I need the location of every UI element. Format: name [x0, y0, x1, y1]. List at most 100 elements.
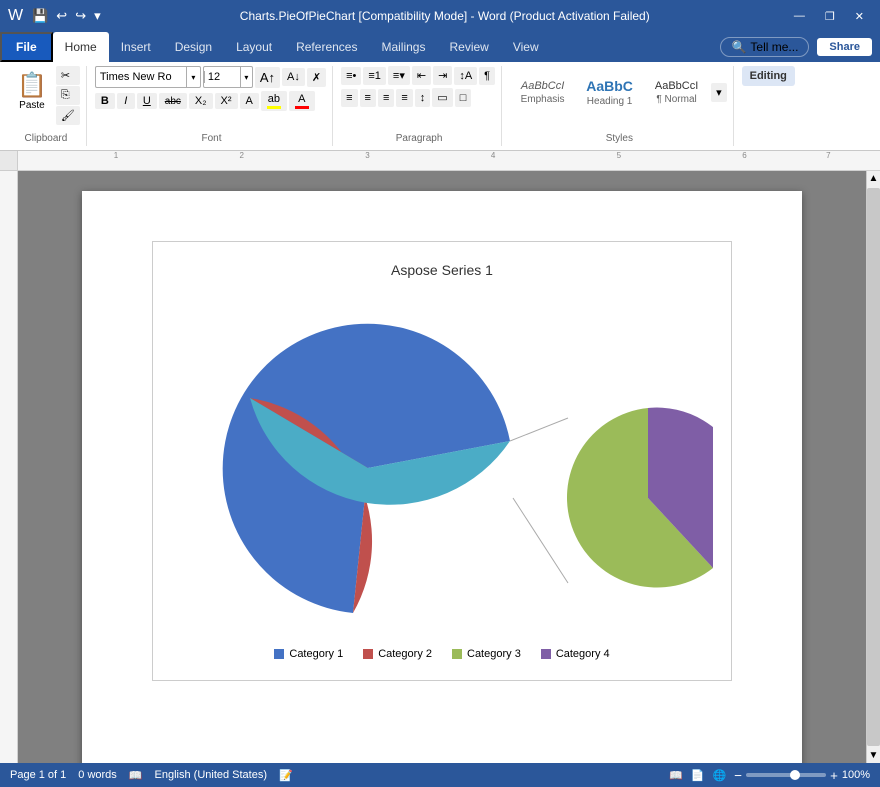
paste-button[interactable]: 📋 Paste	[10, 66, 54, 116]
ruler-mark-3: 3	[365, 151, 369, 160]
bold-button[interactable]: B	[95, 93, 115, 109]
justify-button[interactable]: ≡	[396, 89, 412, 107]
font-group-label: Font	[91, 133, 332, 144]
align-right-button[interactable]: ≡	[378, 89, 394, 107]
format-painter-button[interactable]: 🖌	[56, 106, 80, 125]
text-effect-button[interactable]: A	[240, 93, 259, 109]
print-layout-button[interactable]: 📄	[691, 769, 705, 782]
close-button[interactable]: ✕	[847, 8, 872, 25]
shading-button[interactable]: ▭	[432, 88, 452, 107]
tab-layout[interactable]: Layout	[224, 32, 284, 62]
tell-me-label: Tell me...	[750, 40, 798, 54]
borders-button[interactable]: □	[455, 89, 472, 107]
font-grow-button[interactable]: A↑	[255, 67, 280, 88]
align-center-button[interactable]: ≡	[360, 89, 376, 107]
ribbon-tabs-row: File Home Insert Design Layout Reference…	[0, 32, 880, 62]
font-name-input[interactable]	[96, 71, 186, 83]
line-spacing-button[interactable]: ↕	[415, 89, 431, 107]
zoom-thumb[interactable]	[790, 770, 800, 780]
font-size-selector[interactable]: ▾	[203, 66, 253, 88]
track-changes-icon: 📝	[279, 769, 293, 782]
subscript-button[interactable]: X₂	[189, 93, 213, 109]
cut-button[interactable]: ✂	[56, 66, 80, 85]
strikethrough-button[interactable]: abc	[159, 93, 187, 109]
tell-me-box[interactable]: 🔍 Tell me...	[720, 37, 809, 57]
increase-indent-button[interactable]: ⇥	[433, 66, 452, 85]
font-color-button[interactable]: A	[289, 91, 315, 111]
multilevel-list-button[interactable]: ≡▾	[388, 66, 410, 85]
customize-qa-button[interactable]: ▾	[91, 8, 104, 24]
zoom-out-button[interactable]: −	[734, 768, 742, 783]
scroll-up-button[interactable]: ▲	[867, 171, 880, 186]
para-row1: ≡• ≡1 ≡▾ ⇤ ⇥ ↕A ¶	[341, 66, 495, 85]
show-marks-button[interactable]: ¶	[479, 67, 495, 85]
decrease-indent-button[interactable]: ⇤	[412, 66, 431, 85]
clipboard-secondary: ✂ ⎘ 🖌	[56, 66, 80, 125]
web-layout-button[interactable]: 🌐	[713, 769, 727, 782]
styles-more-button[interactable]: ▾	[711, 83, 727, 102]
tab-home[interactable]: Home	[53, 32, 109, 62]
vertical-ruler	[0, 171, 18, 763]
tab-review[interactable]: Review	[437, 32, 500, 62]
italic-button[interactable]: I	[117, 93, 135, 109]
style-emphasis[interactable]: AaBbCcI Emphasis	[510, 66, 575, 118]
legend-dot-cat1	[274, 649, 284, 659]
align-left-button[interactable]: ≡	[341, 89, 357, 107]
maximize-button[interactable]: ❐	[817, 8, 843, 25]
bullets-button[interactable]: ≡•	[341, 67, 361, 85]
vertical-scrollbar[interactable]: ▲ ▼	[866, 171, 880, 763]
clipboard-group: 📋 Paste ✂ ⎘ 🖌 Clipboard	[6, 66, 87, 146]
font-name-dropdown[interactable]: ▾	[186, 67, 200, 87]
share-button[interactable]: Share	[817, 38, 872, 56]
cut-icon: ✂	[61, 69, 70, 82]
ruler-mark-2: 2	[240, 151, 244, 160]
undo-button[interactable]: ↩	[53, 8, 70, 24]
superscript-button[interactable]: X²	[215, 93, 238, 109]
highlight-color-bar	[267, 106, 281, 109]
redo-button[interactable]: ↪	[72, 8, 89, 24]
clear-formatting-button[interactable]: ✗	[307, 68, 326, 87]
paragraph-controls: ≡• ≡1 ≡▾ ⇤ ⇥ ↕A ¶ ≡ ≡ ≡ ≡ ↕ ▭ □	[341, 66, 495, 123]
font-name-selector[interactable]: ▾	[95, 66, 201, 88]
document-area[interactable]: Aspose Series 1	[18, 171, 866, 763]
font-size-input[interactable]	[204, 71, 240, 83]
ribbon-actions: 🔍 Tell me... Share	[720, 37, 872, 57]
tab-insert[interactable]: Insert	[109, 32, 163, 62]
font-size-dropdown[interactable]: ▾	[240, 67, 252, 87]
scroll-down-button[interactable]: ▼	[867, 748, 880, 763]
tab-references[interactable]: References	[284, 32, 369, 62]
read-mode-button[interactable]: 📖	[669, 769, 683, 782]
scroll-thumb[interactable]	[867, 188, 880, 746]
zoom-slider[interactable]	[746, 773, 826, 777]
word-count: 0 words	[78, 769, 117, 781]
legend-label-cat2: Category 2	[378, 648, 432, 660]
font-shrink-button[interactable]: A↓	[282, 68, 305, 86]
legend-cat3: Category 3	[452, 648, 521, 660]
zoom-in-button[interactable]: +	[830, 768, 838, 783]
legend-cat1: Category 1	[274, 648, 343, 660]
highlight-button[interactable]: ab	[261, 91, 287, 111]
pie-chart-svg	[173, 298, 713, 638]
save-button[interactable]: 💾	[29, 8, 51, 24]
numbering-button[interactable]: ≡1	[363, 67, 386, 85]
ruler-mark-6: 6	[742, 151, 746, 160]
copy-button[interactable]: ⎘	[56, 86, 80, 105]
tab-view[interactable]: View	[501, 32, 551, 62]
style-normal-label: ¶ Normal	[653, 94, 700, 105]
highlight-icon: ab	[268, 93, 280, 105]
sort-button[interactable]: ↕A	[454, 67, 477, 85]
tab-design[interactable]: Design	[163, 32, 224, 62]
font-controls: ▾ ▾ A↑ A↓ ✗ B I U abc X₂	[95, 66, 326, 127]
font-row1: ▾ ▾ A↑ A↓ ✗	[95, 66, 326, 88]
style-normal[interactable]: AaBbCcI ¶ Normal	[644, 66, 709, 118]
tab-mailings[interactable]: Mailings	[369, 32, 437, 62]
minimize-button[interactable]: —	[786, 8, 813, 25]
clipboard-label: Clipboard	[6, 133, 86, 144]
underline-button[interactable]: U	[137, 93, 157, 109]
chart-container: Aspose Series 1	[152, 241, 732, 681]
style-heading1[interactable]: AaBbC Heading 1	[577, 66, 642, 118]
ruler-corner	[0, 151, 18, 171]
tab-file[interactable]: File	[0, 32, 53, 62]
styles-group: AaBbCcI Emphasis AaBbC Heading 1 AaBbCcI…	[506, 66, 734, 146]
styles-gallery: AaBbCcI Emphasis AaBbC Heading 1 AaBbCcI…	[510, 66, 727, 134]
